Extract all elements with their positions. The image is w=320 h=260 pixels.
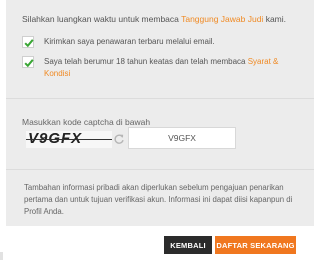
age-terms-checkbox[interactable] bbox=[22, 56, 34, 68]
registration-panel: Silahkan luangkan waktu untuk membaca Ta… bbox=[6, 0, 314, 226]
responsible-gambling-link[interactable]: Tanggung Jawab Judi bbox=[181, 14, 263, 24]
captcha-image: V9GFX bbox=[26, 131, 112, 148]
captcha-label: Masukkan kode captcha di bawah bbox=[22, 117, 151, 127]
info-note: Tambahan informasi pribadi akan diperluk… bbox=[24, 183, 293, 216]
age-terms-text: Saya telah berumur 18 tahun keatas dan t… bbox=[44, 57, 248, 66]
email-offers-checkbox[interactable] bbox=[22, 36, 34, 48]
captcha-strike-line bbox=[26, 139, 112, 140]
terms-section: Silahkan luangkan waktu untuk membaca Ta… bbox=[6, 0, 314, 98]
captcha-section: Masukkan kode captcha di bawah V9GFX bbox=[6, 99, 314, 169]
captcha-input[interactable] bbox=[128, 127, 236, 149]
page-edge-fragment bbox=[0, 252, 3, 260]
refresh-icon[interactable] bbox=[113, 133, 125, 145]
email-offers-option[interactable]: Kirimkan saya penawaran terbaru melalui … bbox=[22, 36, 306, 48]
terms-intro: Silahkan luangkan waktu untuk membaca Ta… bbox=[22, 14, 286, 24]
email-offers-label: Kirimkan saya penawaran terbaru melalui … bbox=[44, 37, 215, 46]
check-icon bbox=[24, 59, 34, 68]
register-now-button[interactable]: DAFTAR SEKARANG bbox=[215, 236, 296, 254]
age-terms-label: Saya telah berumur 18 tahun keatas dan t… bbox=[44, 56, 306, 80]
age-terms-option[interactable]: Saya telah berumur 18 tahun keatas dan t… bbox=[22, 56, 306, 80]
terms-intro-prefix: Silahkan luangkan waktu untuk membaca bbox=[22, 14, 182, 24]
back-button[interactable]: KEMBALI bbox=[164, 236, 212, 254]
info-section: Tambahan informasi pribadi akan diperluk… bbox=[6, 170, 314, 226]
terms-intro-suffix: kami. bbox=[263, 14, 286, 24]
check-icon bbox=[24, 39, 34, 48]
